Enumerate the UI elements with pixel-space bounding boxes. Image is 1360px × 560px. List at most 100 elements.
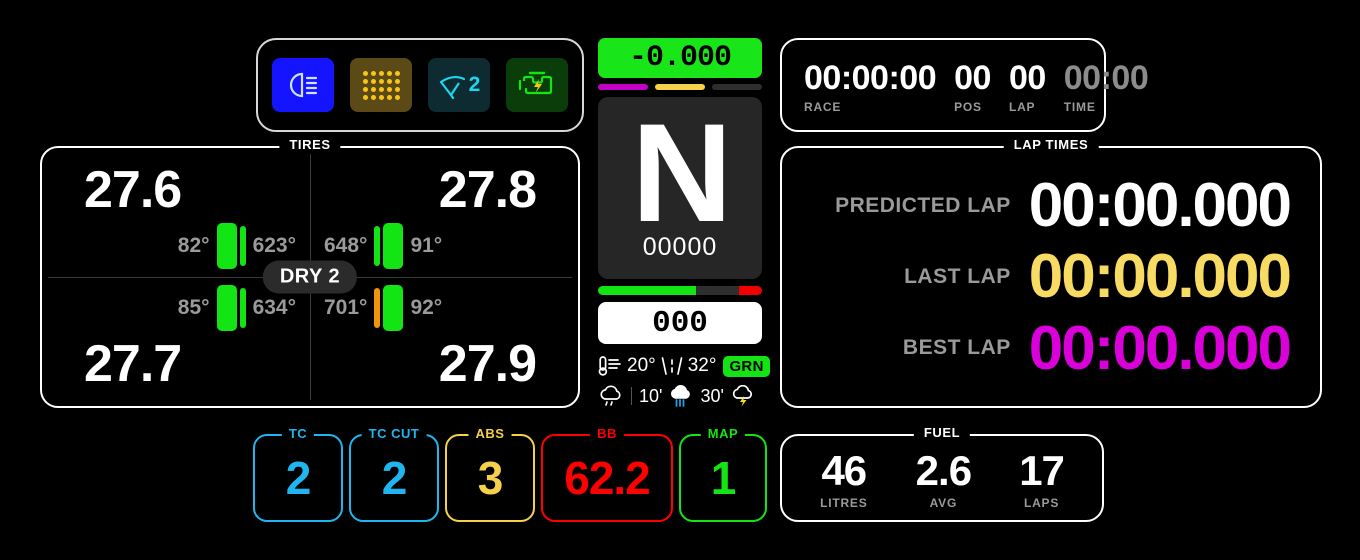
tire-edge-bar — [374, 226, 380, 266]
fuel-avg-label: AVG — [930, 496, 958, 510]
tire-carcass-bar — [217, 285, 237, 331]
fuel-litres-label: LITRES — [820, 496, 867, 510]
tire-temp-inner: 85° — [178, 296, 210, 320]
position-value: 00 — [954, 61, 991, 95]
fuel-laps-stat: 17 LAPS — [1019, 450, 1064, 510]
tire-pressure-value: 27.9 — [439, 338, 536, 390]
track-conditions-row: 20° 32° GRN — [598, 355, 762, 377]
sector-segment-1 — [598, 84, 648, 90]
tire-indicator — [374, 285, 403, 331]
fuel-panel-legend: FUEL — [914, 425, 970, 440]
fuel-litres-value: 46 — [821, 450, 866, 492]
track-temp-value: 32° — [688, 355, 717, 377]
rpm-bar — [598, 286, 762, 295]
engine-bolt-icon — [516, 69, 558, 101]
tire-front-left: 27.6 82° 623° — [42, 148, 310, 277]
tire-pressure-value: 27.6 — [84, 164, 181, 216]
brake-bias-value: 62.2 — [564, 451, 650, 505]
tire-compound-badge: DRY 2 — [263, 261, 357, 294]
forecast-divider — [631, 387, 632, 405]
tire-temp-outer: 648° — [324, 234, 367, 258]
tire-front-right: 27.8 648° 91° — [310, 148, 578, 277]
weather-forecast-row: 10' 30' — [598, 385, 762, 407]
lap-times-legend: LAP TIMES — [1004, 137, 1099, 152]
tire-temp-inner: 91° — [410, 234, 442, 258]
status-icon-bar: 2 — [256, 38, 584, 132]
tire-temp-inner: 92° — [410, 296, 442, 320]
rpm-bar-redline — [739, 286, 762, 295]
center-column: -0.000 N 00000 000 — [598, 38, 762, 407]
lap-value: 00 — [1009, 61, 1046, 95]
race-info-panel: 00:00:00 RACE 00 POS 00 LAP 00:00 TIME — [780, 38, 1106, 132]
tire-rear-right: 701° 92° 27.9 — [310, 277, 578, 406]
tc-cut-value: 2 — [382, 451, 407, 505]
sector-segments — [598, 84, 762, 90]
brake-bias-control[interactable]: BB 62.2 — [541, 434, 673, 522]
rain-cloud-icon — [669, 385, 693, 407]
abs-control[interactable]: ABS 3 — [445, 434, 535, 522]
best-lap-label: BEST LAP — [903, 336, 1011, 360]
tire-pressure-value: 27.7 — [84, 338, 181, 390]
tc-value: 2 — [286, 451, 311, 505]
tire-carcass-bar — [383, 223, 403, 269]
tire-carcass-bar — [217, 223, 237, 269]
current-weather-icon — [598, 385, 624, 407]
gear-display: N 00000 — [598, 97, 762, 279]
air-temp-icon — [598, 355, 622, 377]
fuel-panel: FUEL 46 LITRES 2.6 AVG 17 LAPS — [780, 434, 1104, 522]
abs-value: 3 — [478, 451, 503, 505]
wiper-indicator[interactable]: 2 — [428, 58, 490, 112]
last-lap-row: LAST LAP 00:00.000 — [782, 244, 1290, 309]
speed-display: 000 — [598, 302, 762, 344]
remaining-time-label: TIME — [1064, 100, 1148, 114]
engine-map-value: 1 — [711, 451, 736, 505]
predicted-lap-value: 00:00.000 — [1029, 173, 1290, 238]
race-time-value: 00:00:00 — [804, 61, 936, 95]
tire-indicator — [217, 223, 246, 269]
fuel-avg-value: 2.6 — [916, 450, 971, 492]
tire-edge-bar — [374, 288, 380, 328]
remaining-time-value: 00:00 — [1064, 61, 1148, 95]
track-temp-icon — [661, 356, 683, 376]
forecast-2-time: 30' — [700, 386, 723, 407]
tc-control[interactable]: TC 2 — [253, 434, 343, 522]
fuel-laps-value: 17 — [1019, 450, 1064, 492]
racing-dashboard: 2 TIRES 27.6 — [0, 0, 1360, 560]
tire-carcass-bar — [383, 285, 403, 331]
gear-value: N — [631, 114, 728, 232]
predicted-lap-row: PREDICTED LAP 00:00.000 — [782, 173, 1290, 238]
best-lap-row: BEST LAP 00:00.000 — [782, 316, 1290, 381]
sector-segment-2 — [655, 84, 705, 90]
tc-cut-label: TC CUT — [362, 426, 427, 441]
wiper-icon — [438, 71, 468, 99]
tire-temp-outer: 623° — [253, 234, 296, 258]
tire-temp-outer: 701° — [324, 296, 367, 320]
tire-indicator — [217, 285, 246, 331]
abs-label: ABS — [469, 426, 512, 441]
engine-map-control[interactable]: MAP 1 — [679, 434, 767, 522]
last-lap-value: 00:00.000 — [1029, 244, 1290, 309]
tire-edge-bar — [240, 226, 246, 266]
headlight-icon — [285, 71, 321, 99]
rpm-value: 00000 — [643, 233, 718, 262]
position-label: POS — [954, 100, 991, 114]
wiper-speed-value: 2 — [469, 73, 481, 97]
led-grid-icon — [363, 71, 400, 100]
tire-temp-inner: 82° — [178, 234, 210, 258]
tire-temp-outer: 634° — [253, 296, 296, 320]
led-grid-indicator[interactable] — [350, 58, 412, 112]
tc-cut-control[interactable]: TC CUT 2 — [349, 434, 439, 522]
last-lap-label: LAST LAP — [904, 265, 1011, 289]
rpm-bar-fill — [598, 286, 696, 295]
headlights-indicator[interactable] — [272, 58, 334, 112]
forecast-1-time: 10' — [639, 386, 662, 407]
tires-panel: TIRES 27.6 82° 623° 27.8 — [40, 146, 580, 408]
engine-indicator[interactable] — [506, 58, 568, 112]
predicted-lap-label: PREDICTED LAP — [835, 194, 1011, 218]
best-lap-value: 00:00.000 — [1029, 316, 1290, 381]
air-temp-value: 20° — [627, 355, 656, 377]
brake-bias-label: BB — [590, 426, 624, 441]
tire-rear-left: 85° 634° 27.7 — [42, 277, 310, 406]
sector-segment-3 — [712, 84, 762, 90]
lap-stat: 00 LAP — [1009, 61, 1046, 114]
